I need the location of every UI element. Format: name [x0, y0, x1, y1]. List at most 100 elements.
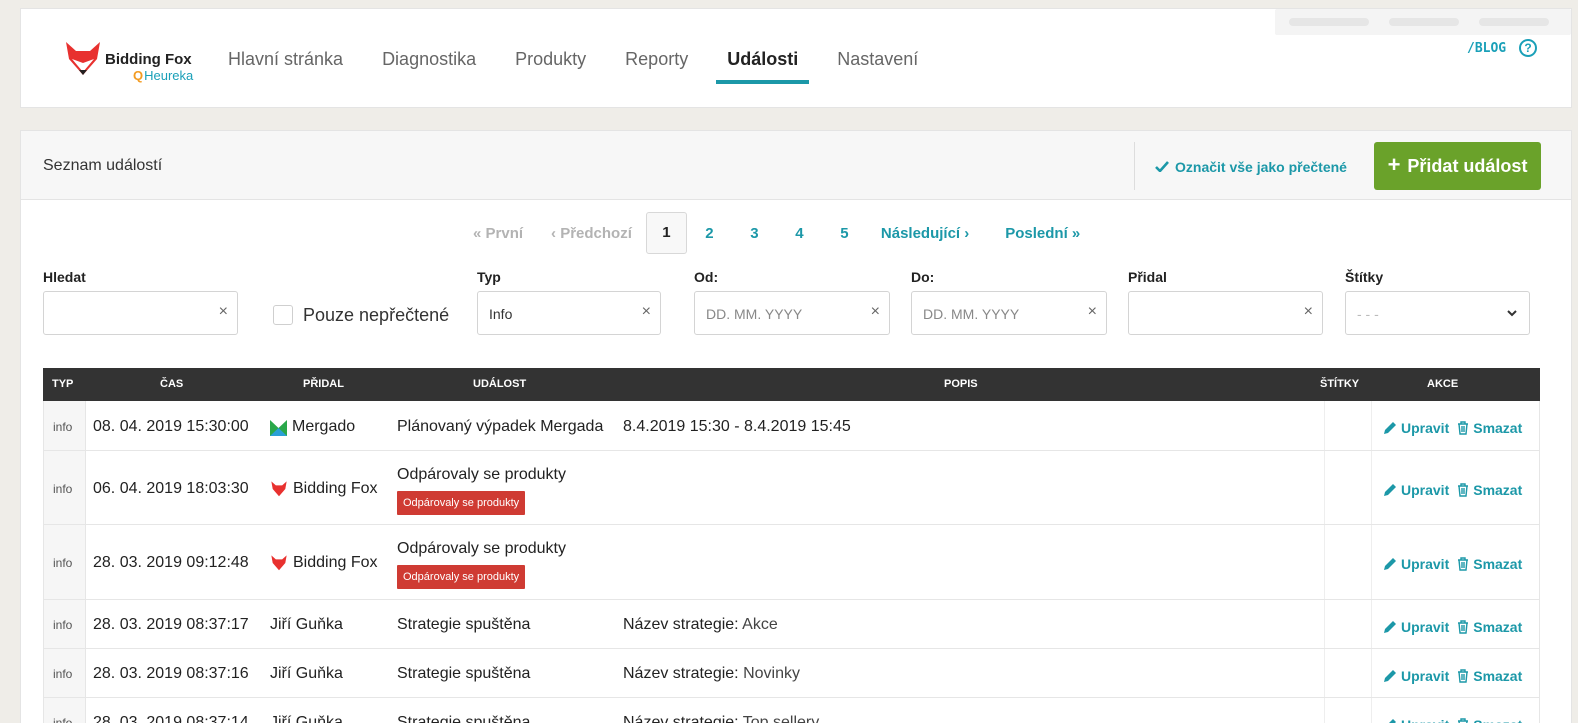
unread-only-checkbox[interactable]	[273, 305, 293, 325]
table-header: TYP ČAS PŘIDAL UDÁLOST POPIS ŠTÍTKY AKCE	[43, 368, 1540, 401]
edit-button[interactable]: Upravit	[1383, 619, 1449, 635]
heureka-icon: Q	[133, 68, 144, 83]
row-time: 08. 04. 2019 15:30:00	[93, 418, 249, 435]
row-actions: Upravit Smazat	[1383, 717, 1530, 723]
row-type: info	[53, 556, 73, 570]
add-event-button[interactable]: + Přidat událost	[1374, 142, 1541, 190]
date-from-label: Od:	[694, 269, 719, 285]
added-by-input[interactable]: ×	[1128, 291, 1323, 335]
row-actions: Upravit Smazat	[1383, 619, 1530, 635]
pagination-next[interactable]: Následující ›	[881, 225, 969, 242]
pagination-page[interactable]: 2	[687, 225, 732, 242]
pagination-page[interactable]: 5	[822, 225, 867, 242]
row-added-by: Jiří Guňka	[270, 714, 343, 723]
bidding-fox-logo[interactable]: Bidding Fox QHeureka	[63, 39, 203, 83]
col-tags: ŠTÍTKY	[1320, 378, 1360, 390]
row-actions: Upravit Smazat	[1383, 556, 1530, 572]
delete-button[interactable]: Smazat	[1457, 420, 1522, 436]
event-badge: Odpárovaly se produkty	[397, 565, 526, 589]
nav-item-events[interactable]: Události	[716, 49, 810, 85]
plus-icon: +	[1387, 152, 1401, 177]
edit-button[interactable]: Upravit	[1383, 668, 1449, 684]
check-icon	[1155, 159, 1169, 175]
tags-label: Štítky	[1345, 269, 1384, 285]
table-row: info 28. 03. 2019 08:37:16 Jiří Guňka St…	[43, 649, 1540, 698]
nav-item-diagnostics[interactable]: Diagnostika	[382, 49, 476, 85]
col-added-by: PŘIDAL	[303, 378, 344, 390]
nav-item-reports[interactable]: Reporty	[625, 49, 688, 85]
nav-item-home[interactable]: Hlavní stránka	[228, 49, 343, 85]
delete-button[interactable]: Smazat	[1457, 668, 1522, 684]
nav-item-products[interactable]: Produkty	[515, 49, 586, 85]
col-type: TYP	[52, 378, 74, 390]
clear-added-by-icon[interactable]: ×	[1304, 303, 1313, 321]
tags-select[interactable]: - - -	[1345, 291, 1530, 335]
fox-logo-icon	[66, 42, 100, 75]
row-type: info	[53, 618, 73, 632]
pagination-page[interactable]: 4	[777, 225, 822, 242]
row-tags	[1324, 451, 1372, 524]
unread-only-filter[interactable]: Pouze nepřečtené	[273, 303, 449, 327]
delete-button[interactable]: Smazat	[1457, 717, 1522, 723]
trash-icon	[1458, 557, 1469, 571]
clear-date-to-icon[interactable]: ×	[1088, 303, 1097, 321]
nav-item-settings[interactable]: Nastavení	[837, 49, 918, 85]
row-event: Strategie spuštěna	[397, 665, 531, 682]
row-type: info	[53, 482, 73, 496]
edit-button[interactable]: Upravit	[1383, 420, 1449, 436]
row-actions: Upravit Smazat	[1383, 668, 1530, 684]
pencil-icon	[1384, 558, 1396, 570]
row-type: info	[53, 420, 73, 434]
row-event: Strategie spuštěna	[397, 714, 531, 723]
row-event: Odpárovaly se produkty	[397, 466, 566, 483]
row-description: Název strategie: Novinky	[623, 665, 800, 682]
pagination-page-current[interactable]: 1	[645, 212, 687, 254]
row-actions: Upravit Smazat	[1383, 420, 1530, 436]
date-to-input[interactable]: DD. MM. YYYY ×	[911, 291, 1107, 335]
row-time: 28. 03. 2019 08:37:14	[93, 714, 249, 723]
panel-title: Seznam událostí	[43, 157, 163, 174]
row-tags	[1324, 525, 1372, 599]
edit-button[interactable]: Upravit	[1383, 717, 1449, 723]
help-icon[interactable]: ?	[1519, 39, 1537, 57]
delete-button[interactable]: Smazat	[1457, 619, 1522, 635]
blurred-user-info	[1275, 9, 1571, 35]
clear-type-icon[interactable]: ×	[642, 303, 651, 321]
trash-icon	[1458, 421, 1469, 435]
row-description: Název strategie: Top sellery	[623, 714, 820, 723]
table-row: info 28. 03. 2019 08:37:14 Jiří Guňka St…	[43, 698, 1540, 723]
edit-button[interactable]: Upravit	[1383, 556, 1449, 572]
row-added-by: Bidding Fox	[270, 554, 378, 572]
row-added-by: Bidding Fox	[270, 480, 378, 498]
edit-button[interactable]: Upravit	[1383, 482, 1449, 498]
clear-search-icon[interactable]: ×	[219, 303, 228, 321]
mark-all-read-button[interactable]: Označit vše jako přečtené	[1155, 159, 1347, 175]
row-event: Plánovaný výpadek Mergada	[397, 418, 604, 435]
blog-link[interactable]: /BLOG	[1467, 41, 1506, 56]
row-time: 28. 03. 2019 08:37:16	[93, 665, 249, 682]
row-type: info	[53, 716, 73, 723]
pagination-last[interactable]: Poslední »	[1005, 225, 1080, 242]
row-added-by: Mergado	[270, 418, 355, 436]
type-select[interactable]: Info ×	[477, 291, 661, 335]
trash-icon	[1458, 483, 1469, 497]
row-type: info	[53, 667, 73, 681]
delete-button[interactable]: Smazat	[1457, 556, 1522, 572]
pagination: « První ‹ Předchozí 1 2 3 4 5 Následujíc…	[473, 211, 1080, 255]
pencil-icon	[1384, 621, 1396, 633]
pencil-icon	[1384, 670, 1396, 682]
added-by-label: Přidal	[1128, 269, 1167, 285]
row-actions: Upravit Smazat	[1383, 482, 1530, 498]
pagination-page[interactable]: 3	[732, 225, 777, 242]
delete-button[interactable]: Smazat	[1457, 482, 1522, 498]
search-input[interactable]: ×	[43, 291, 238, 335]
table-row: info 08. 04. 2019 15:30:00 Mergado Pláno…	[43, 401, 1540, 451]
header-divider	[1134, 142, 1135, 190]
date-from-input[interactable]: DD. MM. YYYY ×	[694, 291, 890, 335]
clear-date-from-icon[interactable]: ×	[871, 303, 880, 321]
top-header: Bidding Fox QHeureka Hlavní stránka Diag…	[20, 8, 1572, 108]
logo-sub: QHeureka	[133, 68, 194, 83]
row-tags	[1324, 401, 1372, 450]
trash-icon	[1458, 620, 1469, 634]
fox-icon	[271, 481, 287, 497]
